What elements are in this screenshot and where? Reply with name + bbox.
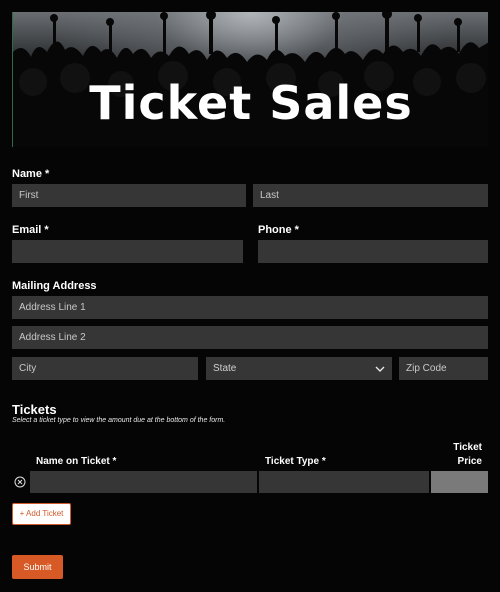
page-title: Ticket Sales — [89, 76, 413, 130]
ticket-name-input[interactable] — [30, 471, 257, 493]
hero-banner: Ticket Sales — [12, 12, 488, 147]
col-ticket-price-line2: Price — [457, 456, 482, 467]
add-ticket-button[interactable]: + Add Ticket — [12, 503, 71, 525]
city-input[interactable] — [12, 357, 198, 380]
state-select-value: State — [213, 363, 237, 374]
address-line2-input[interactable] — [12, 326, 488, 349]
first-name-input[interactable] — [12, 184, 246, 207]
close-circle-icon[interactable] — [14, 476, 26, 488]
state-select[interactable]: State — [206, 357, 392, 380]
last-name-input[interactable] — [253, 184, 488, 207]
chevron-down-icon — [375, 366, 385, 372]
col-name-on-ticket: Name on Ticket * — [36, 456, 117, 467]
address-line1-input[interactable] — [12, 296, 488, 319]
col-ticket-type: Ticket Type * — [265, 456, 326, 467]
tickets-instructions: Select a ticket type to view the amount … — [12, 417, 226, 424]
mailing-address-label: Mailing Address — [12, 280, 97, 292]
zip-code-input[interactable] — [399, 357, 488, 380]
ticket-type-select[interactable] — [259, 471, 429, 493]
name-label: Name * — [12, 168, 50, 180]
ticket-price-field — [431, 471, 488, 493]
submit-button[interactable]: Submit — [12, 555, 63, 579]
tickets-heading: Tickets — [12, 402, 57, 417]
col-ticket-price-line1: Ticket — [453, 442, 482, 453]
email-input[interactable] — [12, 240, 243, 263]
phone-label: Phone * — [258, 224, 299, 236]
email-label: Email * — [12, 224, 49, 236]
phone-input[interactable] — [258, 240, 488, 263]
